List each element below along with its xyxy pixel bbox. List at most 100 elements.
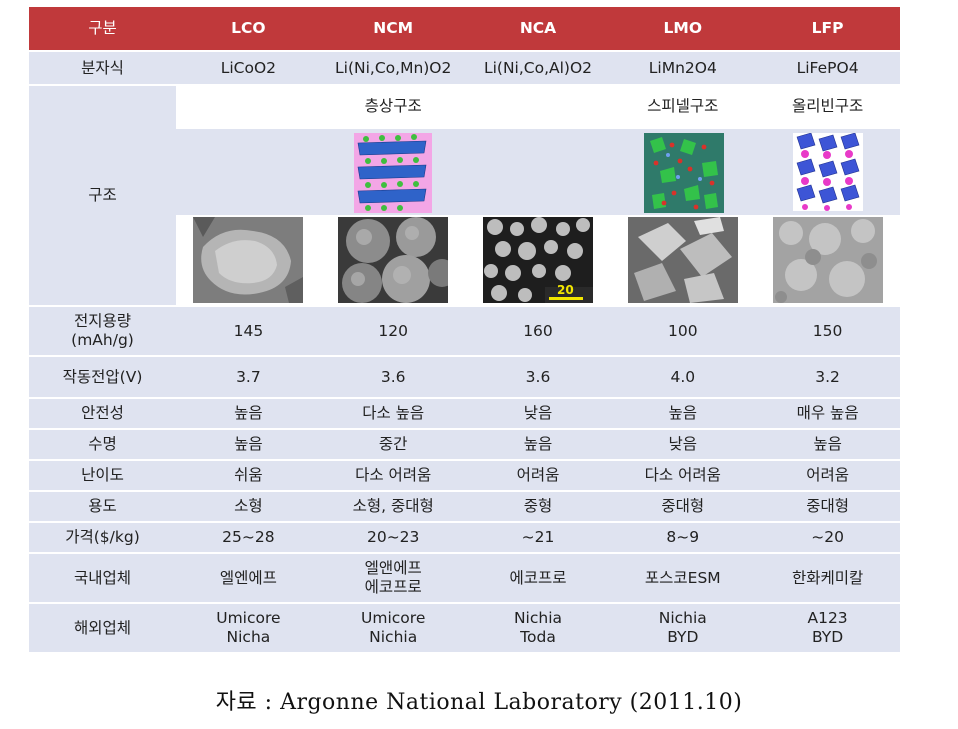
lco-sem-image	[193, 217, 304, 303]
spinel-crystal-structure-image	[643, 133, 724, 213]
header-lfp: LFP	[755, 7, 900, 52]
row-label-price: 가격($/kg)	[29, 523, 176, 554]
row-label-overseas: 해외업체	[29, 604, 176, 654]
overseas-lmo-line1: Nichia	[658, 609, 707, 627]
cell-difficulty-lfp: 어려움	[755, 461, 900, 492]
cell-lifespan-lmo: 낮음	[610, 430, 756, 461]
overseas-lco-line2: Nicha	[226, 628, 271, 646]
source-caption: 자료 : Argonne National Laboratory (2011.1…	[215, 690, 743, 715]
formula-row: 분자식 LiCoO2 Li(Ni,Co,Mn)O2 Li(Ni,Co,Al)O2…	[29, 52, 900, 86]
cell-voltage-lmo: 4.0	[610, 357, 756, 399]
cell-safety-nca: 낮음	[465, 399, 611, 430]
row-label-voltage: 작동전압(V)	[29, 357, 176, 399]
nca-scale-bar-label: 20	[556, 283, 574, 297]
usage-row: 용도 소형 소형, 중대형 중형 중대형 중대형	[29, 492, 900, 523]
safety-row: 안전성 높음 다소 높음 낮음 높음 매우 높음	[29, 399, 900, 430]
cell-formula-lco: LiCoO2	[176, 52, 321, 86]
cell-price-ncm: 20~23	[320, 523, 466, 554]
olivine-crystal-structure-image	[789, 132, 867, 211]
cell-usage-nca: 중형	[465, 492, 611, 523]
cell-safety-ncm: 다소 높음	[320, 399, 466, 430]
row-label-capacity: 전지용량 (mAh/g)	[29, 307, 176, 357]
crystal-empty-lco	[176, 129, 321, 215]
cathode-comparison-table: 구분 LCO NCM NCA LMO LFP 분자식 LiCoO2 Li(Ni,…	[29, 7, 900, 654]
domestic-ncm-line2: 에코프로	[364, 578, 422, 596]
cell-capacity-lco: 145	[176, 307, 321, 357]
voltage-row: 작동전압(V) 3.7 3.6 3.6 4.0 3.2	[29, 357, 900, 399]
cell-usage-lco: 소형	[176, 492, 321, 523]
cell-formula-lmo: LiMn2O4	[610, 52, 756, 86]
header-nca: NCA	[465, 7, 611, 52]
cell-overseas-lco: Umicore Nicha	[176, 604, 321, 654]
cell-lifespan-lco: 높음	[176, 430, 321, 461]
cell-usage-lfp: 중대형	[755, 492, 900, 523]
cell-structure-name-lco	[176, 86, 321, 129]
crystal-empty-nca	[465, 129, 611, 215]
row-label-domestic: 국내업체	[29, 554, 176, 604]
overseas-nca-line1: Nichia	[513, 609, 563, 627]
cell-structure-name-lmo: 스피넬구조	[610, 86, 756, 129]
structure-name-row: 구조 층상구조 스피넬구조 올리빈구조	[29, 86, 900, 307]
cell-formula-nca: Li(Ni,Co,Al)O2	[465, 52, 611, 86]
row-label-formula: 분자식	[29, 52, 176, 86]
lmo-sem-image	[627, 217, 738, 303]
overseas-lfp-line1: A123	[807, 609, 848, 627]
cell-price-nca: ~21	[465, 523, 611, 554]
cell-difficulty-lmo: 다소 어려움	[610, 461, 756, 492]
sem-cell-lmo	[610, 215, 756, 307]
cell-overseas-lmo: Nichia BYD	[610, 604, 756, 654]
crystal-cell-lmo	[610, 129, 756, 215]
cell-domestic-ncm: 엘앤에프 에코프로	[320, 554, 466, 604]
domestic-ncm-line1: 엘앤에프	[364, 559, 422, 577]
cell-structure-name-nca	[465, 86, 611, 129]
ncm-sem-image	[338, 217, 449, 303]
cell-usage-ncm: 소형, 중대형	[320, 492, 466, 523]
cell-structure-name-ncm: 층상구조	[320, 86, 466, 129]
cell-price-lmo: 8~9	[610, 523, 756, 554]
cell-domestic-lmo: 포스코ESM	[610, 554, 756, 604]
cell-voltage-ncm: 3.6	[320, 357, 466, 399]
layered-crystal-structure-image	[354, 133, 433, 213]
nca-sem-image: 20	[482, 217, 593, 303]
cell-capacity-lmo: 100	[610, 307, 756, 357]
overseas-nca-line2: Toda	[520, 628, 556, 646]
row-label-usage: 용도	[29, 492, 176, 523]
sem-cell-lfp	[755, 215, 900, 307]
capacity-label-line2: (mAh/g)	[71, 331, 134, 349]
difficulty-row: 난이도 쉬움 다소 어려움 어려움 다소 어려움 어려움	[29, 461, 900, 492]
cell-price-lco: 25~28	[176, 523, 321, 554]
cell-capacity-lfp: 150	[755, 307, 900, 357]
domestic-lco-line1: 엘엔에프	[219, 568, 277, 587]
header-lmo: LMO	[610, 7, 756, 52]
cell-domestic-lfp: 한화케미칼	[755, 554, 900, 604]
sem-cell-ncm	[320, 215, 466, 307]
cell-formula-ncm: Li(Ni,Co,Mn)O2	[320, 52, 466, 86]
row-label-lifespan: 수명	[29, 430, 176, 461]
cell-safety-lmo: 높음	[610, 399, 756, 430]
cell-difficulty-lco: 쉬움	[176, 461, 321, 492]
overseas-ncm-line2: Nichia	[369, 628, 418, 646]
cell-overseas-nca: Nichia Toda	[465, 604, 611, 654]
cell-structure-name-lfp: 올리빈구조	[755, 86, 900, 129]
cell-price-lfp: ~20	[755, 523, 900, 554]
lfp-sem-image	[772, 217, 883, 303]
cell-voltage-lco: 3.7	[176, 357, 321, 399]
cell-difficulty-ncm: 다소 어려움	[320, 461, 466, 492]
header-lco: LCO	[176, 7, 321, 52]
capacity-row: 전지용량 (mAh/g) 145 120 160 100 150	[29, 307, 900, 357]
domestic-lmo-line1: 포스코ESM	[644, 568, 721, 587]
cell-voltage-nca: 3.6	[465, 357, 611, 399]
row-label-difficulty: 난이도	[29, 461, 176, 492]
cell-lifespan-ncm: 중간	[320, 430, 466, 461]
domestic-row: 국내업체 엘엔에프 엘앤에프 에코프로 에코프로 포스코ESM 한화케미칼	[29, 554, 900, 604]
cell-domestic-lco: 엘엔에프	[176, 554, 321, 604]
header-category: 구분	[29, 7, 176, 52]
cell-capacity-ncm: 120	[320, 307, 466, 357]
overseas-lmo-line2: BYD	[667, 628, 699, 646]
cell-usage-lmo: 중대형	[610, 492, 756, 523]
crystal-cell-ncm	[320, 129, 466, 215]
overseas-lco-line1: Umicore	[216, 609, 281, 627]
overseas-row: 해외업체 Umicore Nicha Umicore Nichia Nichia…	[29, 604, 900, 654]
cell-safety-lco: 높음	[176, 399, 321, 430]
cell-overseas-ncm: Umicore Nichia	[320, 604, 466, 654]
